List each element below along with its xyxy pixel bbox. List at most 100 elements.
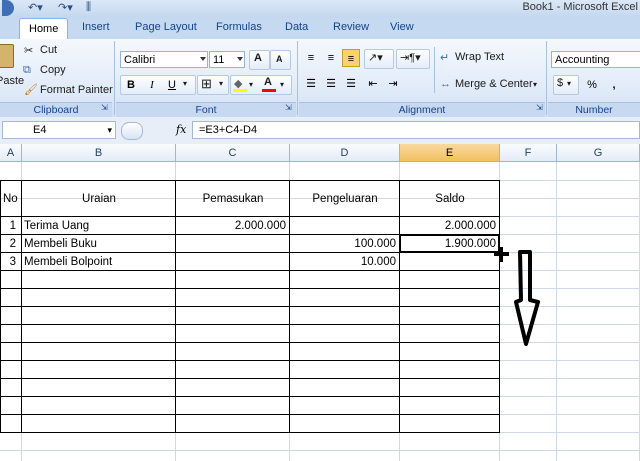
chevron-down-icon[interactable]: ▾ xyxy=(183,79,187,88)
cell-saldo[interactable]: 2.000.000 xyxy=(400,217,496,235)
cell-uraian[interactable]: Membeli Buku xyxy=(22,235,176,253)
header-pengeluaran[interactable]: Pengeluaran xyxy=(290,190,400,208)
decrease-indent-icon[interactable]: ⇤ xyxy=(364,75,382,93)
cell-pengeluaran[interactable]: 100.000 xyxy=(290,235,396,253)
column-header-g[interactable]: G xyxy=(557,144,640,162)
header-no[interactable]: No xyxy=(0,190,22,208)
copy-button[interactable]: Copy xyxy=(40,64,66,76)
redo-icon[interactable]: ↷▾ xyxy=(58,1,73,15)
underline-button[interactable]: U xyxy=(163,76,181,94)
orientation-icon: ↗▾ xyxy=(368,52,383,64)
column-header-b[interactable]: B xyxy=(22,144,176,162)
column-header-f[interactable]: F xyxy=(500,144,557,162)
tab-home[interactable]: Home xyxy=(19,18,69,40)
cell-pemasukan[interactable] xyxy=(176,235,286,253)
borders-button[interactable]: ⊞ ▾ xyxy=(197,75,229,95)
align-bottom-icon[interactable]: ≡ xyxy=(342,49,360,67)
grow-font-icon: A xyxy=(254,52,262,64)
cell-uraian[interactable]: Terima Uang xyxy=(22,217,176,235)
cell-saldo[interactable] xyxy=(400,253,496,271)
bold-button[interactable]: B xyxy=(122,76,140,94)
cell-no[interactable]: 2 xyxy=(0,235,16,253)
column-header-e[interactable]: E xyxy=(400,144,500,162)
shrink-font-button[interactable]: A xyxy=(270,50,291,70)
comma-style-button[interactable]: , xyxy=(605,76,623,94)
wrap-text-button[interactable]: Wrap Text xyxy=(455,51,504,63)
merge-center-button[interactable]: Merge & Center xyxy=(455,78,533,90)
align-middle-icon[interactable]: ≡ xyxy=(322,49,340,67)
font-size-value: 11 xyxy=(213,54,225,66)
tab-page-layout[interactable]: Page Layout xyxy=(135,21,197,33)
chevron-down-icon[interactable]: ▾ xyxy=(533,80,537,89)
ribbon-tab-bar: Home Insert Page Layout Formulas Data Re… xyxy=(0,18,640,40)
tab-insert[interactable]: Insert xyxy=(82,21,110,33)
group-separator xyxy=(434,47,435,93)
number-format-select[interactable]: Accounting xyxy=(551,51,640,68)
cut-button[interactable]: Cut xyxy=(40,44,57,56)
alignment-launcher-icon[interactable]: ⇲ xyxy=(536,103,543,112)
formula-bar-expand-button[interactable] xyxy=(121,122,143,140)
increase-indent-icon[interactable]: ⇥ xyxy=(384,75,402,93)
chevron-down-icon[interactable]: ▾ xyxy=(249,80,253,89)
cell-pengeluaran[interactable] xyxy=(290,217,396,235)
currency-button[interactable]: $ ▾ xyxy=(553,75,579,95)
clipboard-icon xyxy=(0,44,14,68)
worksheet[interactable]: A B C D E F G No Uraian Pemasukan Pengel… xyxy=(0,144,640,461)
copy-icon: ⧉ xyxy=(23,64,31,76)
align-left-icon[interactable]: ☰ xyxy=(302,75,320,93)
chevron-down-icon[interactable]: ▾ xyxy=(107,122,112,138)
header-pemasukan[interactable]: Pemasukan xyxy=(176,190,290,208)
group-separator xyxy=(546,41,547,115)
column-header-c[interactable]: C xyxy=(176,144,290,162)
name-box[interactable]: E4 ▾ xyxy=(2,121,116,139)
down-arrow-icon xyxy=(514,250,540,346)
font-name-select[interactable]: Calibri xyxy=(120,51,208,68)
align-center-icon[interactable]: ☰ xyxy=(322,75,340,93)
ribbon: Paste ✂ Cut ⧉ Copy 🖌 Format Painter Clip… xyxy=(0,39,640,118)
cell-no[interactable]: 3 xyxy=(0,253,16,271)
font-size-select[interactable]: 11 xyxy=(209,51,245,68)
column-header-a[interactable]: A xyxy=(0,144,22,162)
format-painter-button[interactable]: Format Painter xyxy=(40,84,113,96)
customize-icon[interactable]: ⫼ xyxy=(86,1,91,15)
formula-input[interactable]: =E3+C4-D4 xyxy=(192,121,640,139)
cell-pengeluaran[interactable]: 10.000 xyxy=(290,253,396,271)
paste-label: Paste xyxy=(0,75,25,87)
table-border xyxy=(0,180,500,181)
percent-button[interactable]: % xyxy=(583,76,601,94)
table-border xyxy=(0,306,500,307)
table-border xyxy=(0,414,500,415)
tab-formulas[interactable]: Formulas xyxy=(216,21,262,33)
clipboard-launcher-icon[interactable]: ⇲ xyxy=(101,103,108,112)
window-title: Book1 - Microsoft Excel xyxy=(522,1,638,13)
fill-handle-cursor-icon[interactable] xyxy=(493,246,511,264)
cell-pemasukan[interactable]: 2.000.000 xyxy=(176,217,286,235)
cell-no[interactable]: 1 xyxy=(0,217,16,235)
cell-pemasukan[interactable] xyxy=(176,253,286,271)
chevron-down-icon[interactable]: ▾ xyxy=(280,80,284,89)
orientation-button[interactable]: ↗▾ xyxy=(364,49,394,69)
undo-icon[interactable]: ↶▾ xyxy=(28,1,43,15)
cell-uraian[interactable]: Membeli Bolpoint xyxy=(22,253,176,271)
tab-review[interactable]: Review xyxy=(333,21,369,33)
font-color-button[interactable]: A xyxy=(264,76,272,88)
align-right-icon[interactable]: ☰ xyxy=(342,75,360,93)
align-top-icon[interactable]: ≡ xyxy=(302,49,320,67)
italic-button[interactable]: I xyxy=(143,76,161,94)
grow-font-button[interactable]: A xyxy=(249,50,270,70)
number-format-value: Accounting xyxy=(555,54,610,66)
table-border xyxy=(0,396,500,397)
header-saldo[interactable]: Saldo xyxy=(400,190,500,208)
paste-button[interactable]: Paste xyxy=(0,42,24,96)
office-button[interactable] xyxy=(2,0,14,16)
indent-button[interactable]: ⇥¶▾ xyxy=(396,49,430,69)
header-uraian[interactable]: Uraian xyxy=(22,190,176,208)
borders-icon: ⊞ xyxy=(201,76,212,91)
tab-data[interactable]: Data xyxy=(285,21,308,33)
column-header-d[interactable]: D xyxy=(290,144,400,162)
insert-function-button[interactable]: fx xyxy=(176,123,186,136)
gridline xyxy=(0,450,640,451)
font-group-label: Font xyxy=(116,102,296,118)
font-launcher-icon[interactable]: ⇲ xyxy=(285,103,292,112)
tab-view[interactable]: View xyxy=(390,21,414,33)
